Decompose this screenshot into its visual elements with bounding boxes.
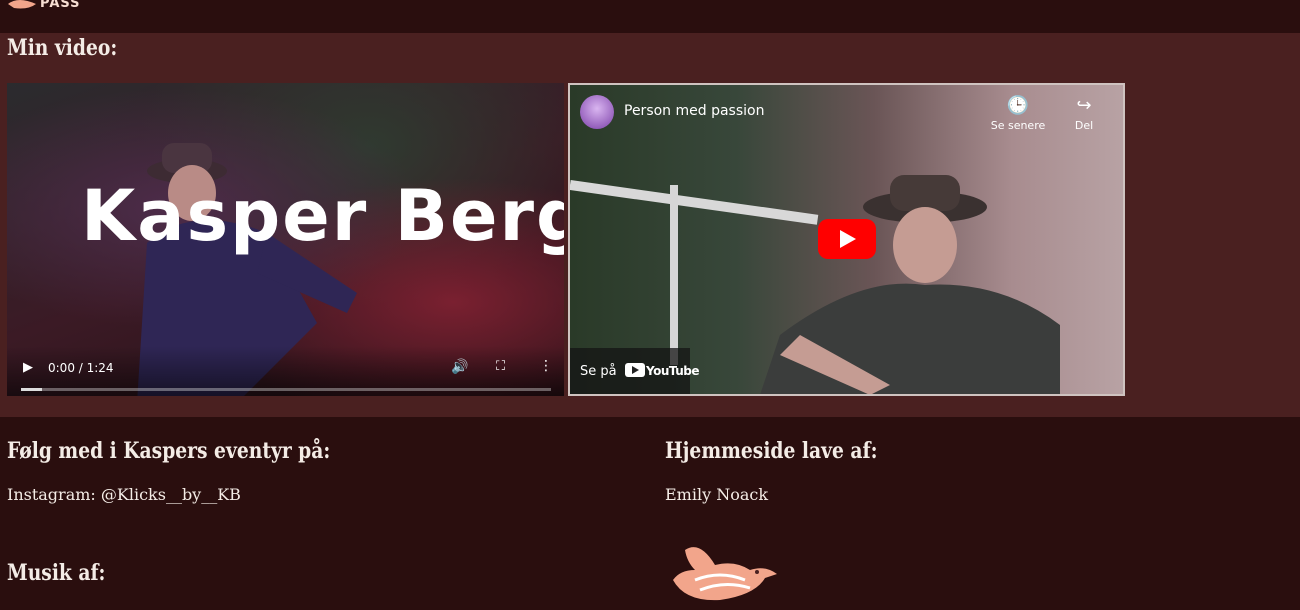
follow-heading: Følg med i Kaspers eventyr på: <box>7 438 331 464</box>
watch-later-button[interactable]: 🕒 Se senere <box>988 95 1048 132</box>
top-bar: PASS <box>0 0 1300 33</box>
player-controls: ▶ 0:00 / 1:24 🔊 ⛶ ⋮ <box>7 346 564 396</box>
time-display: 0:00 / 1:24 <box>48 361 114 375</box>
youtube-embed[interactable]: Person med passion 🕒 Se senere ↪ Del Se … <box>568 83 1125 396</box>
play-icon[interactable]: ▶ <box>23 360 37 375</box>
fullscreen-icon[interactable]: ⛶ <box>496 359 505 374</box>
section-title: Min video: <box>7 35 118 61</box>
progress-bar[interactable] <box>21 388 551 391</box>
video-player[interactable]: Kasper Berg ▶ 0:00 / 1:24 🔊 ⛶ ⋮ <box>7 83 564 396</box>
youtube-play-button[interactable] <box>818 219 876 259</box>
watch-later-label: Se senere <box>990 119 1046 132</box>
logo-text: PASS <box>40 0 81 11</box>
music-column: Musik af: <box>7 560 123 586</box>
made-by-heading: Hjemmeside lave af: <box>665 438 878 464</box>
watch-on-youtube-button[interactable]: Se på YouTube <box>570 348 700 394</box>
progress-fill <box>21 388 43 391</box>
instagram-link[interactable]: Instagram: @Klicks__by__KB <box>7 485 387 504</box>
music-heading: Musik af: <box>7 560 106 586</box>
made-by-column: Hjemmeside lave af: Emily Noack <box>665 438 915 504</box>
play-triangle-icon <box>840 230 856 248</box>
clock-icon: 🕒 <box>1006 95 1030 116</box>
follow-column: Følg med i Kaspers eventyr på: Instagram… <box>7 438 387 504</box>
share-button[interactable]: ↪ Del <box>1064 95 1104 132</box>
video-overlay-title: Kasper Berg <box>81 175 564 257</box>
youtube-brand-text: YouTube <box>646 364 700 378</box>
made-by-name: Emily Noack <box>665 485 769 504</box>
volume-icon[interactable]: 🔊 <box>451 359 468 375</box>
share-arrow-icon: ↪ <box>1076 95 1092 116</box>
youtube-logo-icon <box>625 363 645 377</box>
watch-on-label: Se på <box>580 364 617 379</box>
thumbnail-person-figure <box>760 175 1060 394</box>
thumbnail-post <box>670 185 678 365</box>
video-section: Min video: Kasper Berg ▶ 0:00 / 1:24 🔊 ⛶… <box>0 33 1300 417</box>
share-label: Del <box>1074 119 1094 132</box>
youtube-video-title[interactable]: Person med passion <box>624 103 764 119</box>
channel-avatar[interactable] <box>580 95 614 129</box>
more-options-icon[interactable]: ⋮ <box>539 358 553 374</box>
